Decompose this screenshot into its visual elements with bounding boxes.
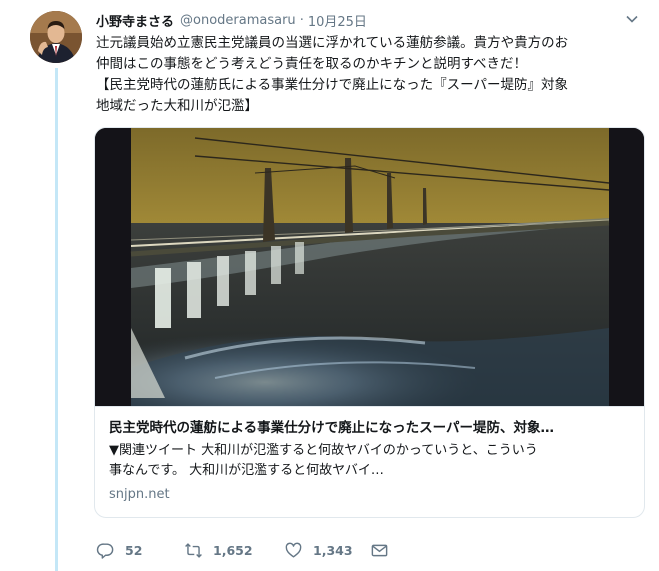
card-body: 民主党時代の蓮舫による事業仕分けで廃止になったスーパー堤防、対象… ▼関連ツイー… <box>95 406 644 517</box>
avatar[interactable] <box>30 11 82 63</box>
retweet-count: 1,652 <box>213 542 253 558</box>
separator-dot: · <box>299 12 304 28</box>
chevron-down-icon[interactable] <box>625 12 639 26</box>
link-card[interactable]: 民主党時代の蓮舫による事業仕分けで廃止になったスーパー堤防、対象… ▼関連ツイー… <box>94 127 645 518</box>
tweet-text-line: 地域だった大和川が氾濫】 <box>96 98 258 114</box>
tweet-date[interactable]: 10月25日 <box>308 11 367 30</box>
flood-photo <box>95 128 644 406</box>
retweet-button[interactable]: 1,652 <box>184 541 284 560</box>
user-handle[interactable]: @onoderamasaru <box>180 13 296 28</box>
user-name[interactable]: 小野寺まさる <box>96 11 174 30</box>
reply-icon <box>96 542 114 559</box>
tweet-text-line: 仲間はこの事態をどう考えどう責任を取るのかキチンと説明すべきだ！ <box>96 56 528 72</box>
heart-icon <box>285 542 302 558</box>
direct-message-button[interactable] <box>370 541 389 560</box>
card-description-line: 事なんです。 大和川が氾濫すると何故ヤバイ… <box>109 463 384 478</box>
card-description: ▼関連ツイート 大和川が氾濫すると何故ヤバイのかっていうと、こういう 事なんです… <box>109 441 632 481</box>
avatar-image <box>30 11 82 63</box>
thread-line <box>55 68 58 571</box>
tweet-header: 小野寺まさる @onoderamasaru · 10月25日 <box>96 10 639 30</box>
tweet-actions: 52 1,652 1,343 <box>96 540 389 560</box>
tweet-text: 辻元議員始め立憲民主党議員の当選に浮かれている蓮舫参議。貴方や貴方のお 仲間はこ… <box>96 33 641 117</box>
card-domain[interactable]: snjpn.net <box>109 487 632 502</box>
card-title[interactable]: 民主党時代の蓮舫による事業仕分けで廃止になったスーパー堤防、対象… <box>109 418 632 438</box>
reply-button[interactable]: 52 <box>96 541 184 560</box>
card-description-line: ▼関連ツイート 大和川が氾濫すると何故ヤバイのかっていうと、こういう <box>109 443 538 458</box>
like-button[interactable]: 1,343 <box>284 541 370 560</box>
retweet-icon <box>185 542 202 558</box>
tweet-text-line: 【民主党時代の蓮舫氏による事業仕分けで廃止になった『スーパー堤防』対象 <box>96 77 568 93</box>
card-image[interactable] <box>95 128 644 406</box>
tweet-text-line: 辻元議員始め立憲民主党議員の当選に浮かれている蓮舫参議。貴方や貴方のお <box>96 35 569 51</box>
like-count: 1,343 <box>313 542 353 558</box>
envelope-icon <box>371 544 388 556</box>
reply-count: 52 <box>125 542 143 558</box>
